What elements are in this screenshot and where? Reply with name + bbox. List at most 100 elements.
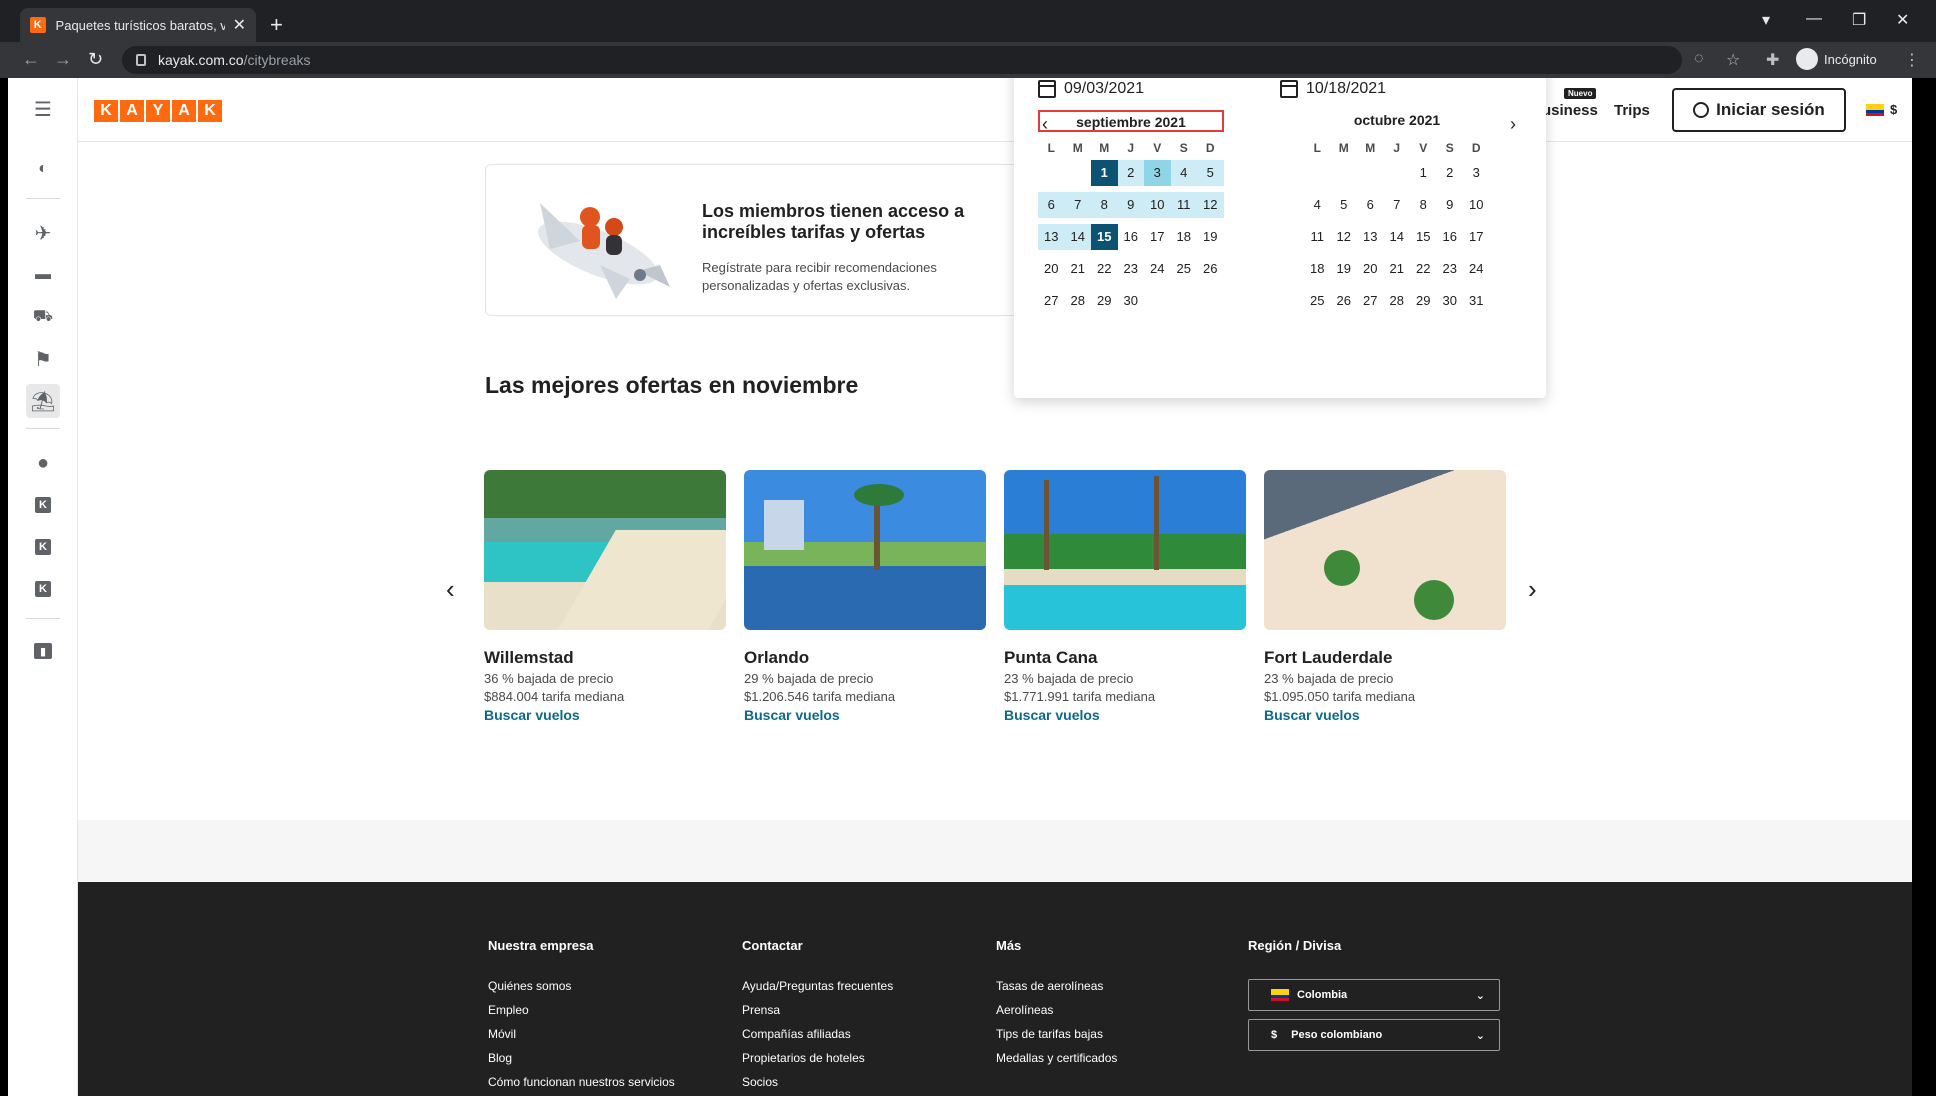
- calendar-day[interactable]: 31: [1463, 288, 1490, 314]
- calendar-day[interactable]: 7: [1384, 192, 1411, 218]
- calendar-day[interactable]: 5: [1197, 160, 1224, 186]
- calendar-day[interactable]: 27: [1357, 288, 1384, 314]
- footer-link[interactable]: Blog: [488, 1051, 675, 1065]
- calendar-day[interactable]: 13: [1038, 224, 1065, 250]
- forward-icon[interactable]: →: [54, 49, 72, 70]
- calendar-day[interactable]: 12: [1331, 224, 1358, 250]
- window-close-icon[interactable]: ✕: [1896, 10, 1909, 30]
- footer-link[interactable]: Ayuda/Preguntas frecuentes: [742, 979, 893, 993]
- calendar-day[interactable]: 30: [1118, 288, 1145, 314]
- footer-link[interactable]: Propietarios de hoteles: [742, 1051, 893, 1065]
- country-select[interactable]: Colombia ⌄: [1248, 979, 1500, 1011]
- vacations-icon[interactable]: ⛱: [26, 384, 60, 418]
- calendar-day[interactable]: 5: [1331, 192, 1358, 218]
- business-link[interactable]: usiness: [1542, 102, 1598, 119]
- calendar-day[interactable]: 18: [1304, 256, 1331, 282]
- calendar-day[interactable]: 18: [1171, 224, 1198, 250]
- calendar-day[interactable]: 21: [1065, 256, 1092, 282]
- calendar-day[interactable]: 19: [1331, 256, 1358, 282]
- calendar-day[interactable]: 16: [1118, 224, 1145, 250]
- calendar-day[interactable]: 17: [1144, 224, 1171, 250]
- footer-link[interactable]: Tasas de aerolíneas: [996, 979, 1117, 993]
- calendar-day[interactable]: 26: [1331, 288, 1358, 314]
- calendar-day[interactable]: 16: [1437, 224, 1464, 250]
- kayak-logo[interactable]: K A Y A K: [94, 100, 224, 122]
- calendar-day[interactable]: 17: [1463, 224, 1490, 250]
- calendar-day[interactable]: 1: [1410, 160, 1437, 186]
- kayak-k-icon[interactable]: K: [26, 572, 60, 606]
- signin-button[interactable]: Iniciar sesión: [1672, 88, 1846, 132]
- restore-icon[interactable]: ❐: [1852, 10, 1866, 30]
- calendar-day[interactable]: 9: [1117, 192, 1144, 218]
- search-flights-link[interactable]: Buscar vuelos: [744, 707, 986, 723]
- end-date-field[interactable]: 10/18/2021: [1280, 80, 1386, 98]
- extensions-icon[interactable]: ✚: [1766, 50, 1779, 70]
- member-promo-card[interactable]: Los miembros tienen acceso a increíbles …: [485, 164, 1025, 316]
- deal-card[interactable]: Willemstad 36 % bajada de precio $884.004 …: [484, 470, 726, 723]
- star-icon[interactable]: ☆: [1726, 50, 1740, 70]
- calendar-day[interactable]: 25: [1171, 256, 1198, 282]
- carousel-prev-icon[interactable]: ‹: [446, 574, 455, 605]
- menu-icon[interactable]: ⋮: [1904, 50, 1920, 70]
- next-month-icon[interactable]: ›: [1510, 114, 1516, 135]
- calendar-day[interactable]: 20: [1038, 256, 1065, 282]
- calendar-day[interactable]: 22: [1410, 256, 1437, 282]
- deal-card[interactable]: Orlando 29 % bajada de precio $1.206.546 t…: [744, 470, 986, 723]
- calendar-day[interactable]: 20: [1357, 256, 1384, 282]
- calendar-day[interactable]: 26: [1197, 256, 1224, 282]
- deal-card[interactable]: Punta Cana 23 % bajada de precio $1.771.99…: [1004, 470, 1246, 723]
- hotels-icon[interactable]: ▬: [26, 258, 60, 292]
- calendar-day[interactable]: 15: [1091, 224, 1118, 250]
- colombia-flag-icon[interactable]: [1866, 104, 1884, 116]
- calendar-day[interactable]: 15: [1410, 224, 1437, 250]
- calendar-day[interactable]: 6: [1038, 192, 1065, 218]
- packages-icon[interactable]: ⚑: [26, 342, 60, 376]
- carousel-next-icon[interactable]: ›: [1528, 574, 1537, 605]
- calendar-day[interactable]: 21: [1384, 256, 1411, 282]
- calendar-day[interactable]: 4: [1170, 160, 1197, 186]
- calendar-day[interactable]: 14: [1064, 224, 1091, 250]
- search-flights-link[interactable]: Buscar vuelos: [1264, 707, 1506, 723]
- footer-link[interactable]: Cómo funcionan nuestros servicios: [488, 1075, 675, 1089]
- calendar-day[interactable]: 8: [1091, 192, 1118, 218]
- deal-image[interactable]: [1264, 470, 1506, 630]
- calendar-day[interactable]: 23: [1118, 256, 1145, 282]
- search-flights-link[interactable]: Buscar vuelos: [1004, 707, 1246, 723]
- calendar-day[interactable]: 3: [1144, 160, 1171, 186]
- footer-link[interactable]: Compañías afiliadas: [742, 1027, 893, 1041]
- calendar-day[interactable]: 6: [1357, 192, 1384, 218]
- footer-link[interactable]: Prensa: [742, 1003, 893, 1017]
- trips-link[interactable]: Trips: [1614, 102, 1650, 119]
- calendar-day[interactable]: 10: [1463, 192, 1490, 218]
- calendar-day[interactable]: 27: [1038, 288, 1065, 314]
- deal-image[interactable]: [1004, 470, 1246, 630]
- cars-icon[interactable]: ⛟: [26, 300, 60, 334]
- footer-link[interactable]: Medallas y certificados: [996, 1051, 1117, 1065]
- calendar-day[interactable]: 25: [1304, 288, 1331, 314]
- footer-link[interactable]: Socios: [742, 1075, 893, 1089]
- kayak-k-icon[interactable]: K: [26, 488, 60, 522]
- back-icon[interactable]: ←: [22, 49, 40, 70]
- address-bar[interactable]: kayak.com.co/citybreaks: [122, 46, 1682, 74]
- calendar-day[interactable]: 8: [1410, 192, 1437, 218]
- calendar-day[interactable]: 9: [1437, 192, 1464, 218]
- calendar-day[interactable]: 12: [1197, 192, 1224, 218]
- deal-image[interactable]: [484, 470, 726, 630]
- minimize-icon[interactable]: —: [1806, 10, 1822, 28]
- close-tab-icon[interactable]: ✕: [233, 15, 246, 35]
- currency-symbol[interactable]: $: [1890, 102, 1897, 117]
- incognito-profile[interactable]: Incógnito: [1796, 48, 1877, 70]
- footer-link[interactable]: Aerolíneas: [996, 1003, 1117, 1017]
- calendar-day[interactable]: 14: [1384, 224, 1411, 250]
- tab-search-icon[interactable]: ▾: [1762, 10, 1770, 30]
- calendar-day[interactable]: 29: [1410, 288, 1437, 314]
- calendar-day[interactable]: 1: [1091, 160, 1118, 186]
- hamburger-menu-icon[interactable]: ☰: [26, 92, 60, 126]
- calendar-day[interactable]: 28: [1065, 288, 1092, 314]
- search-flights-link[interactable]: Buscar vuelos: [484, 707, 726, 723]
- start-date-field[interactable]: 09/03/2021: [1038, 80, 1144, 98]
- calendar-day[interactable]: 3: [1463, 160, 1490, 186]
- flights-icon[interactable]: ✈: [26, 216, 60, 250]
- reload-icon[interactable]: ↻: [88, 49, 103, 70]
- calendar-day[interactable]: 30: [1437, 288, 1464, 314]
